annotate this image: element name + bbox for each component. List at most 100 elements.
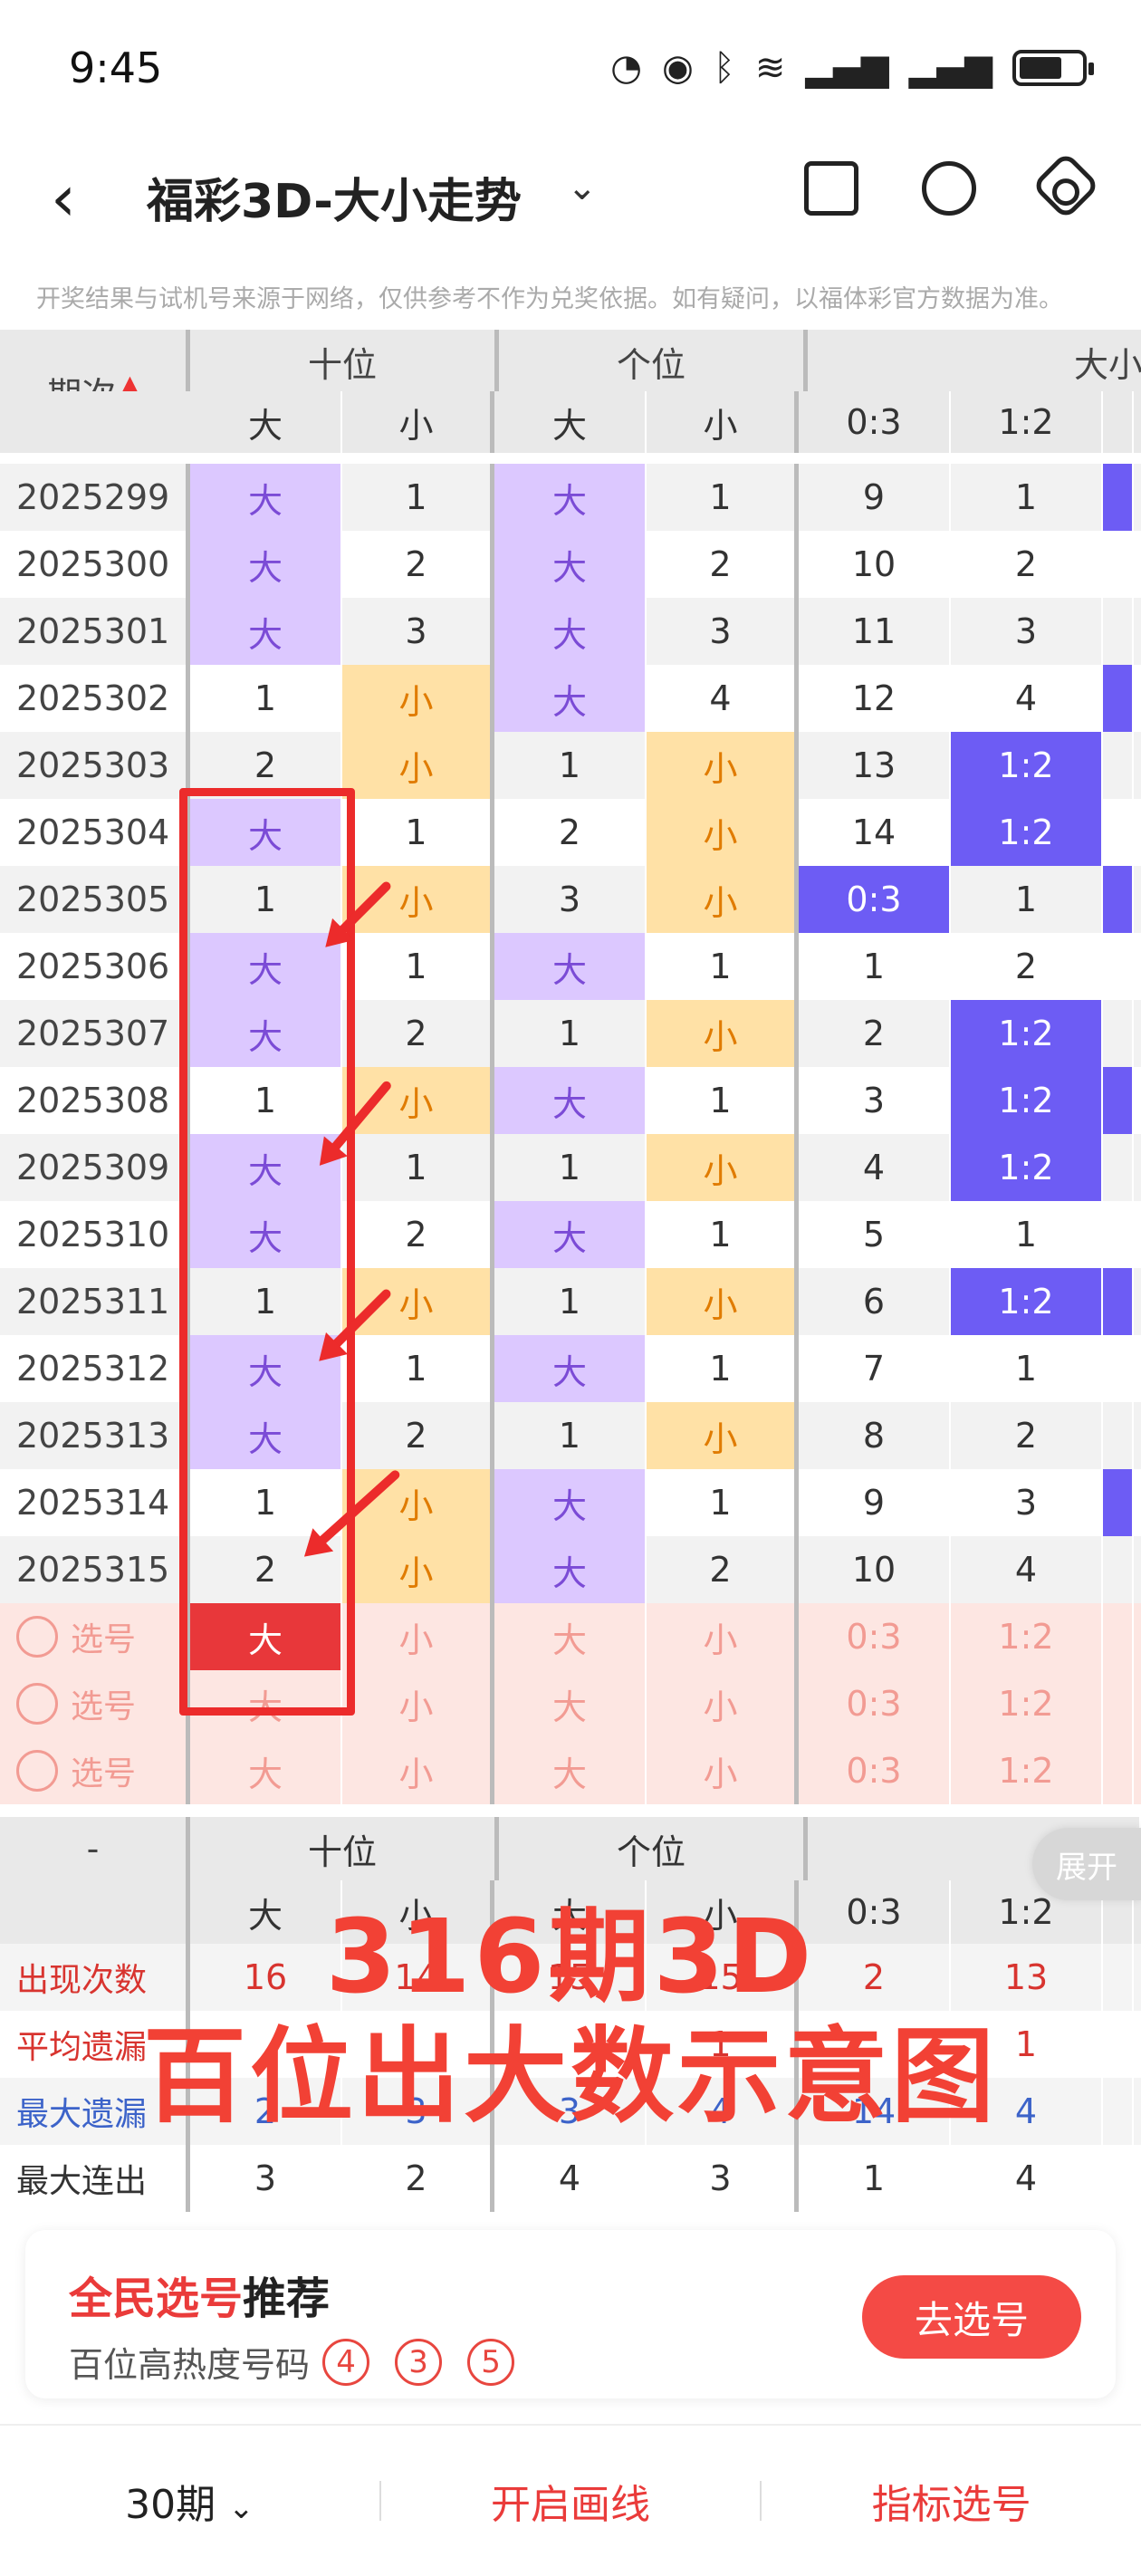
pick-row[interactable]: 选号大小大小 0:3 1:2 [0, 1670, 1141, 1737]
trend-cell: 2 [951, 1402, 1103, 1469]
stats-value: 2 [342, 2145, 494, 2212]
pick-cell[interactable]: 大 [494, 1670, 647, 1737]
hot-number-ball: 4 [322, 2338, 370, 2386]
issue-number: 2025300 [0, 531, 190, 598]
pick-cell[interactable]: 0:3 [799, 1603, 951, 1670]
trend-cell: 大 [494, 933, 647, 1000]
pick-cell[interactable]: 大 [190, 1737, 342, 1804]
stats-row-label: 最大连出 [0, 2145, 190, 2212]
pick-cell[interactable]: 小 [342, 1603, 494, 1670]
pick-row-label[interactable]: 选号 [0, 1670, 190, 1737]
table-row: 2025309 大 1 1 小 4 1:2 [0, 1134, 1141, 1201]
trend-cell: 3 [951, 1469, 1103, 1536]
device-icon[interactable] [804, 161, 858, 216]
trend-cell: 4 [647, 665, 799, 732]
trend-cell: 1 [190, 665, 342, 732]
overflow-cell [1103, 1201, 1134, 1268]
trend-cell: 0:3 [799, 866, 951, 933]
pick-cell[interactable]: 大 [494, 1603, 647, 1670]
trend-cell: 小 [342, 665, 494, 732]
period-selector[interactable]: 30期 ⌄ [0, 2472, 379, 2530]
sub-ones-small: 小 [647, 391, 799, 453]
overlay-subtitle: 百位出大数示意图 [142, 2016, 998, 2137]
trend-cell: 1 [342, 1134, 494, 1201]
pick-row[interactable]: 选号大小大小 0:3 1:2 [0, 1737, 1141, 1804]
issue-number: 2025309 [0, 1134, 190, 1201]
trend-cell: 14 [799, 799, 951, 866]
issue-number: 2025305 [0, 866, 190, 933]
trend-cell: 11 [799, 598, 951, 665]
trend-cell: 5 [799, 1201, 951, 1268]
recommend-title: 全民选号推荐 [69, 2263, 330, 2326]
overflow-cell [1103, 866, 1134, 933]
trend-cell: 1 [647, 1469, 799, 1536]
overflow-cell [1103, 598, 1134, 665]
trend-cell: 大 [190, 598, 342, 665]
trend-cell: 大 [494, 1335, 647, 1402]
table-row: 2025303 2 小 1 小 13 1:2 [0, 732, 1141, 799]
pick-cell[interactable]: 小 [342, 1670, 494, 1737]
trend-cell: 1 [494, 1402, 647, 1469]
overflow-cell [1103, 1268, 1134, 1335]
issue-number: 2025299 [0, 464, 190, 531]
share-icon[interactable] [922, 161, 976, 216]
back-icon[interactable]: ‹ [51, 161, 76, 235]
wifi-icon: ≋ [754, 47, 786, 89]
issue-number: 2025302 [0, 665, 190, 732]
pick-cell[interactable]: 小 [647, 1737, 799, 1804]
trend-cell: 4 [951, 1536, 1103, 1603]
stats-dash: - [0, 1817, 190, 1880]
draw-line-button[interactable]: 开启画线 [381, 2472, 761, 2530]
stats-value: 4 [951, 2145, 1103, 2212]
trend-cell: 1 [494, 732, 647, 799]
pick-cell[interactable]: 0:3 [799, 1737, 951, 1804]
pick-row[interactable]: 选号大小大小 0:3 1:2 [0, 1603, 1141, 1670]
issue-number: 2025311 [0, 1268, 190, 1335]
pick-cell[interactable]: 1:2 [951, 1670, 1103, 1737]
pick-cell[interactable]: 小 [647, 1603, 799, 1670]
settings-icon[interactable] [1031, 150, 1101, 221]
pick-row-label[interactable]: 选号 [0, 1737, 190, 1804]
trend-cell: 3 [494, 866, 647, 933]
table-row: 2025315 2 小大 2 10 4 [0, 1536, 1141, 1603]
pick-cell[interactable]: 0:3 [799, 1670, 951, 1737]
issue-number: 2025308 [0, 1067, 190, 1134]
radio-circle-icon[interactable] [16, 1616, 58, 1658]
overflow-cell [1103, 1335, 1134, 1402]
trend-cell: 6 [799, 1268, 951, 1335]
overflow-cell [1103, 933, 1134, 1000]
pick-row-label[interactable]: 选号 [0, 1603, 190, 1670]
pick-cell[interactable]: 1:2 [951, 1603, 1103, 1670]
trend-cell: 小 [342, 1067, 494, 1134]
trend-cell: 1 [494, 1134, 647, 1201]
indicator-pick-button[interactable]: 指标选号 [762, 2472, 1141, 2530]
trend-cell: 1 [342, 933, 494, 1000]
battery-icon [1012, 50, 1094, 86]
table-row: 2025307 大 2 1 小 2 1:2 [0, 1000, 1141, 1067]
pick-cell[interactable]: 小 [647, 1670, 799, 1737]
pick-cell[interactable]: 大 [494, 1737, 647, 1804]
trend-cell: 9 [799, 1469, 951, 1536]
eye-icon: ◉ [661, 47, 694, 89]
go-pick-button[interactable]: 去选号 [862, 2275, 1081, 2359]
radio-circle-icon[interactable] [16, 1750, 58, 1792]
chevron-down-icon[interactable]: ⌄ [567, 167, 598, 208]
table-row: 2025304 大 1 2 小 14 1:2 [0, 799, 1141, 866]
sub-ratio-03: 0:3 [799, 391, 951, 453]
trend-cell: 大 [494, 1201, 647, 1268]
pick-cell[interactable]: 1:2 [951, 1737, 1103, 1804]
trend-cell: 小 [342, 1536, 494, 1603]
trend-cell: 2 [647, 1536, 799, 1603]
trend-cell: 1 [342, 464, 494, 531]
trend-cell: 3 [647, 598, 799, 665]
page-title[interactable]: 福彩3D-大小走势 [147, 163, 522, 231]
sub-ratio-12: 1:2 [951, 391, 1103, 453]
radio-circle-icon[interactable] [16, 1683, 58, 1725]
trend-cell: 1 [647, 1335, 799, 1402]
trend-cell: 1 [647, 1201, 799, 1268]
issue-number: 2025307 [0, 1000, 190, 1067]
sub-tens-big: 大 [190, 391, 342, 453]
issue-number: 2025301 [0, 598, 190, 665]
pick-cell[interactable]: 小 [342, 1737, 494, 1804]
trend-cell: 小 [342, 732, 494, 799]
